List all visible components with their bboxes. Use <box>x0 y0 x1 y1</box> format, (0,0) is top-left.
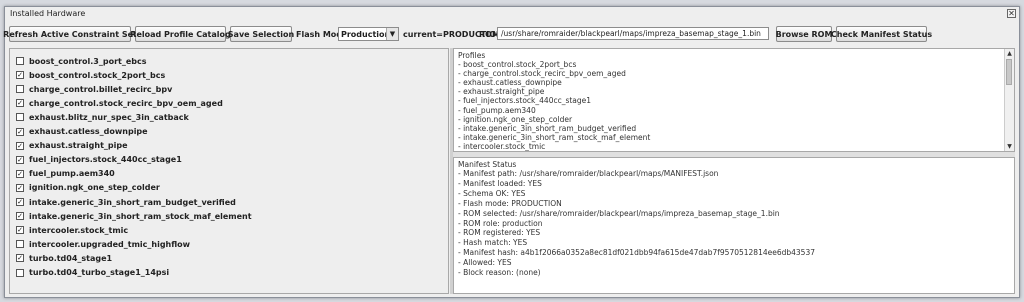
hardware-item[interactable]: charge_control.billet_recirc_bpv <box>16 83 172 95</box>
profile-line: - fuel_pump.aem340 <box>458 105 536 115</box>
manifest-line: - Block reason: (none) <box>458 268 541 277</box>
hardware-item[interactable]: ✓ turbo.td04_stage1 <box>16 252 112 264</box>
installed-hardware-window: Installed Hardware ✕ Refresh Active Cons… <box>3 6 1020 298</box>
profiles-scrollbar[interactable]: ▲ ▼ <box>1004 49 1014 151</box>
scroll-thumb[interactable] <box>1006 59 1012 85</box>
hardware-item[interactable]: ✓ intake.generic_3in_short_ram_budget_ver… <box>16 196 236 208</box>
scroll-up-icon[interactable]: ▲ <box>1005 49 1014 58</box>
checkbox-checked[interactable]: ✓ <box>16 183 24 192</box>
hardware-item-label: boost_control.3_port_ebcs <box>29 56 147 66</box>
hardware-checklist: boost_control.3_port_ebcs ✓ boost_control.… <box>9 48 449 294</box>
check-manifest-status-button[interactable]: Check Manifest Status <box>831 26 932 42</box>
profile-line: - intercooler.stock_tmic <box>458 141 546 151</box>
hardware-item-label: exhaust.straight_pipe <box>29 141 128 151</box>
hardware-item[interactable]: boost_control.3_port_ebcs <box>16 55 147 67</box>
checkbox-checked[interactable]: ✓ <box>16 127 24 136</box>
hardware-item-label: intake.generic_3in_short_ram_budget_veri… <box>29 197 236 207</box>
hardware-item-label: fuel_pump.aem340 <box>29 169 115 179</box>
profile-line: - exhaust.straight_pipe <box>458 87 545 97</box>
hardware-item-label: charge_control.billet_recirc_bpv <box>29 84 173 94</box>
profile-line: - ignition.ngk_one_step_colder <box>458 114 573 124</box>
hardware-item[interactable]: ✓ boost_control.stock_2port_bcs <box>16 69 165 81</box>
manifest-line: - ROM selected: /usr/share/romraider/bla… <box>458 208 780 218</box>
hardware-item[interactable]: ✓ charge_control.stock_recirc_bpv_oem_age… <box>16 97 223 109</box>
chevron-down-icon[interactable]: ▼ <box>386 28 398 40</box>
checkbox-unchecked[interactable] <box>16 268 24 277</box>
profile-line: - boost_control.stock_2port_bcs <box>458 60 577 69</box>
rom-path-field[interactable]: /usr/share/romraider/blackpearl/maps/imp… <box>497 27 769 40</box>
hardware-item[interactable]: ✓ intake.generic_3in_short_ram_stock_maf_… <box>16 210 252 222</box>
checkbox-checked[interactable]: ✓ <box>16 198 24 206</box>
manifest-line: - Flash mode: PRODUCTION <box>458 198 562 208</box>
manifest-line: - Manifest hash: a4b1f2066a0352a8ec81df0… <box>458 248 816 258</box>
checkbox-checked[interactable]: ✓ <box>16 141 24 150</box>
refresh-constraint-set-button[interactable]: Refresh Active Constraint Set <box>3 26 137 42</box>
scroll-down-icon[interactable]: ▼ <box>1005 142 1014 151</box>
hardware-item-label: exhaust.catless_downpipe <box>29 127 148 136</box>
profile-line: - intake.generic_3in_short_ram_budget_ve… <box>458 123 637 133</box>
profile-line: - exhaust.catless_downpipe <box>458 78 562 88</box>
checkbox-checked[interactable]: ✓ <box>16 254 24 263</box>
hardware-item-label: fuel_injectors.stock_440cc_stage1 <box>29 155 182 165</box>
profile-line: - fuel_injectors.stock_440cc_stage1 <box>458 96 592 106</box>
manifest-line: - Manifest loaded: YES <box>458 178 542 188</box>
flash-mode-value: Production <box>341 30 391 39</box>
checkbox-unchecked[interactable] <box>16 57 24 65</box>
checkbox-checked[interactable]: ✓ <box>16 226 24 235</box>
hardware-item[interactable]: turbo.td04_turbo_stage1_14psi <box>16 267 169 279</box>
toolbar: Refresh Active Constraint Set Reload Pro… <box>3 23 1019 45</box>
hardware-item[interactable]: ✓ intercooler.stock_tmic <box>16 224 128 236</box>
hardware-item-label: exhaust.blitz_nur_spec_3in_catback <box>29 112 189 122</box>
hardware-item-label: turbo.td04_stage1 <box>29 253 113 263</box>
hardware-item[interactable]: ✓ fuel_injectors.stock_440cc_stage1 <box>16 154 182 166</box>
hardware-item-label: intercooler.upgraded_tmic_highflow <box>29 239 191 249</box>
manifest-line: - Schema OK: YES <box>458 188 526 198</box>
reload-profile-catalog-button[interactable]: Reload Profile Catalog <box>130 26 231 42</box>
checkbox-unchecked[interactable] <box>16 113 24 122</box>
checkbox-checked[interactable]: ✓ <box>16 169 24 178</box>
profiles-panel: Profiles - boost_control.stock_2port_bcs… <box>453 48 1015 152</box>
checkbox-checked[interactable]: ✓ <box>16 71 24 80</box>
hardware-item-label: charge_control.stock_recirc_bpv_oem_aged <box>29 98 223 108</box>
browse-rom-button[interactable]: Browse ROM <box>776 26 832 42</box>
hardware-item-label: boost_control.stock_2port_bcs <box>29 70 166 80</box>
hardware-item-label: turbo.td04_turbo_stage1_14psi <box>29 268 170 277</box>
hardware-item-label: intake.generic_3in_short_ram_stock_maf_e… <box>29 211 252 221</box>
hardware-item[interactable]: ✓ exhaust.straight_pipe <box>16 140 128 152</box>
manifest-line: - Manifest path: /usr/share/romraider/bl… <box>458 169 719 178</box>
flash-mode-select[interactable]: Production ▼ <box>338 27 399 41</box>
manifest-line: - ROM registered: YES <box>458 228 541 238</box>
manifest-line: - Allowed: YES <box>458 258 512 268</box>
hardware-item[interactable]: exhaust.blitz_nur_spec_3in_catback <box>16 111 189 123</box>
hardware-item[interactable]: ✓ ignition.ngk_one_step_colder <box>16 182 160 194</box>
save-selection-button[interactable]: Save Selection <box>228 26 294 42</box>
profiles-header: Profiles <box>458 51 486 60</box>
checkbox-unchecked[interactable] <box>16 240 24 249</box>
manifest-line: - Hash match: YES <box>458 238 528 248</box>
checkbox-checked[interactable]: ✓ <box>16 212 24 221</box>
title-bar: Installed Hardware ✕ <box>5 7 1019 21</box>
hardware-item[interactable]: ✓ exhaust.catless_downpipe <box>16 126 148 138</box>
hardware-item-label: ignition.ngk_one_step_colder <box>29 183 160 193</box>
manifest-status-panel: Manifest Status - Manifest path: /usr/sh… <box>453 157 1015 294</box>
profile-line: - intake.generic_3in_short_ram_stock_maf… <box>458 132 651 142</box>
manifest-header: Manifest Status <box>458 160 517 169</box>
hardware-item[interactable]: ✓ fuel_pump.aem340 <box>16 168 115 180</box>
profile-line: - charge_control.stock_recirc_bpv_oem_ag… <box>458 69 626 79</box>
close-icon[interactable]: ✕ <box>1007 9 1016 18</box>
checkbox-checked[interactable]: ✓ <box>16 99 24 108</box>
manifest-line: - ROM role: production <box>458 218 543 228</box>
hardware-item-label: intercooler.stock_tmic <box>29 225 129 235</box>
checkbox-unchecked[interactable] <box>16 85 24 94</box>
window-title: Installed Hardware <box>10 9 86 18</box>
hardware-item[interactable]: intercooler.upgraded_tmic_highflow <box>16 238 190 250</box>
checkbox-checked[interactable]: ✓ <box>16 155 24 164</box>
